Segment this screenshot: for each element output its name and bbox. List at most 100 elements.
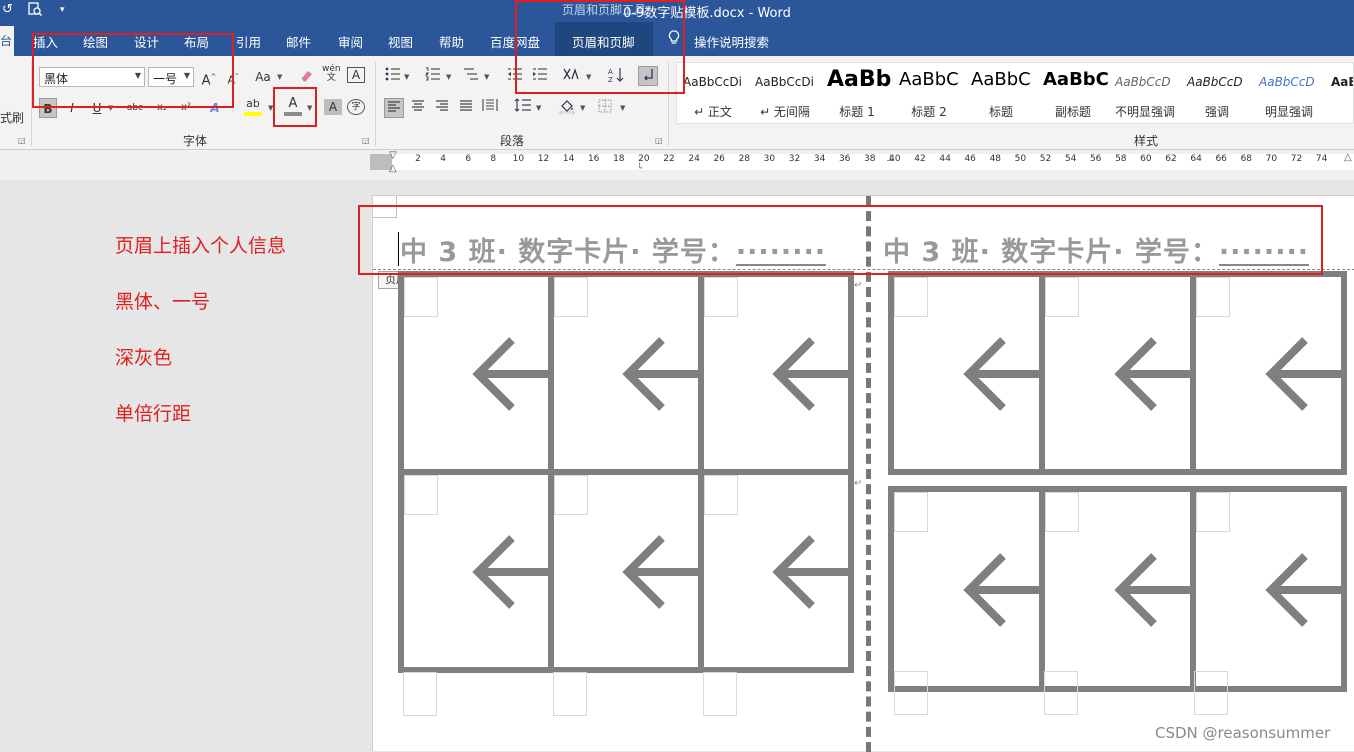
left-arrow-icon	[959, 334, 1039, 417]
ruler-tick-label: 66	[1215, 154, 1227, 164]
justify-button[interactable]	[457, 98, 475, 118]
ruler-tick-label: 2	[415, 154, 421, 164]
paragraph-launcher-icon[interactable]: ◲	[655, 136, 663, 145]
style-subtitle[interactable]: AaBbC 副标题	[1037, 63, 1109, 123]
ruler-tick-label: 48	[989, 154, 1002, 164]
distributed-icon	[482, 99, 498, 111]
align-left-button[interactable]	[384, 98, 404, 118]
left-arrow-icon	[618, 532, 698, 615]
style-title[interactable]: AaBbC 标题	[965, 63, 1037, 123]
style-name: 标题 1	[839, 105, 875, 119]
format-painter-button[interactable]: 式刷	[0, 108, 24, 128]
borders-icon	[598, 99, 612, 113]
paragraph-group-label: 段落	[500, 134, 525, 148]
tab-mailings[interactable]: 邮件	[286, 32, 311, 51]
text-boundary-box	[704, 277, 738, 317]
text-boundary-box	[1194, 671, 1228, 715]
align-right-button[interactable]	[433, 98, 451, 118]
enclose-characters-button[interactable]: 字	[347, 99, 365, 115]
paragraph-mark-icon: ↵	[854, 280, 863, 291]
chevron-down-icon: ▼	[580, 104, 586, 112]
ruler-tick-label: 70	[1265, 154, 1278, 164]
multilevel-list-button[interactable]	[462, 67, 480, 87]
right-indent-marker[interactable]: △	[1344, 152, 1352, 163]
align-left-icon	[388, 101, 400, 112]
text-boundary-box	[894, 671, 928, 715]
change-case-button[interactable]: Aa	[254, 67, 272, 87]
change-case-icon: Aa	[255, 70, 271, 84]
style-heading-1[interactable]: AaBb 标题 1	[821, 63, 893, 123]
left-arrow-icon	[468, 532, 548, 615]
clear-formatting-button[interactable]	[298, 67, 316, 87]
ruler-tick-label: 20	[638, 154, 650, 164]
style-name: 明显强调	[1264, 105, 1313, 119]
borders-button[interactable]	[596, 98, 614, 118]
text-highlight-button[interactable]: ab	[244, 96, 262, 116]
eraser-icon	[301, 71, 312, 82]
tell-me-search[interactable]: 操作说明搜索	[694, 32, 769, 51]
text-boundary-box	[403, 672, 437, 716]
highlighter-icon: ab	[246, 97, 260, 110]
tab-help[interactable]: 帮助	[439, 32, 464, 51]
distributed-button[interactable]	[481, 98, 499, 118]
annotation-note: 页眉上插入个人信息	[115, 235, 287, 257]
style-name: ↵ 无间隔	[760, 105, 810, 119]
left-arrow-icon	[468, 334, 548, 417]
phonetic-guide-icon: wén	[322, 64, 341, 74]
bullets-icon	[385, 67, 400, 81]
style-name: 标题 2	[911, 105, 947, 119]
style-strong[interactable]: AaB 要	[1325, 63, 1353, 123]
ruler-tick-label: 46	[964, 154, 976, 164]
style-sample: AaB	[1331, 75, 1353, 89]
ruler-tick-label: 54	[1064, 154, 1077, 164]
hanging-indent-marker[interactable]: △	[389, 163, 397, 174]
styles-group-label: 样式	[1134, 134, 1159, 148]
style-subtle-emphasis[interactable]: AaBbCcD 不明显强调	[1109, 63, 1181, 123]
ruler-tick-label: 32	[788, 154, 801, 164]
line-spacing-button[interactable]	[514, 98, 532, 118]
style-normal[interactable]: AaBbCcDi ↵ 正文	[677, 63, 749, 123]
first-line-indent-marker[interactable]: ▽	[389, 150, 397, 161]
style-name: 强调	[1204, 105, 1229, 119]
phonetic-guide-button[interactable]: wén 文	[322, 65, 341, 85]
style-sample: AaBb	[827, 67, 892, 92]
bullets-button[interactable]	[384, 67, 402, 87]
styles-gallery: AaBbCcDi ↵ 正文 AaBbCcDi ↵ 无间隔 AaBb 标题 1 A…	[676, 62, 1354, 124]
style-intense-emphasis[interactable]: AaBbCcD 明显强调	[1253, 63, 1325, 123]
ruler-tick-label: 60	[1140, 154, 1152, 164]
character-shading-button[interactable]: A	[324, 99, 342, 115]
align-center-button[interactable]	[409, 98, 427, 118]
left-arrow-icon	[959, 550, 1039, 633]
ruler-area: ▽ △ └ ⊥ △ 2 4 6 8 10 12 14 16 18 20 22 24 26 28 30 32 34…	[0, 150, 1354, 180]
ruler-tick-label: 40	[889, 154, 901, 164]
style-heading-2[interactable]: AaBbC 标题 2	[893, 63, 965, 123]
document-page[interactable]: 中 3 班· 数字卡片· 学号：········ 中 3 班· 数字卡片· 学号…	[372, 195, 1354, 752]
tab-review[interactable]: 审阅	[338, 32, 363, 51]
text-boundary-box	[1044, 671, 1078, 715]
shading-button[interactable]	[558, 98, 576, 118]
ruler-tick-label: 42	[914, 154, 926, 164]
text-boundary-box	[894, 277, 928, 317]
tab-stop-marker[interactable]: └	[637, 164, 642, 174]
highlight-font-color	[273, 87, 317, 127]
text-boundary-box	[704, 475, 738, 515]
annotation-note: 深灰色	[115, 347, 173, 369]
ruler-tick-label: 26	[713, 154, 725, 164]
tab-view[interactable]: 视图	[388, 32, 413, 51]
ruler-tick-label: 30	[763, 154, 776, 164]
numbering-button[interactable]	[424, 67, 442, 87]
style-emphasis[interactable]: AaBbCcD 强调	[1181, 63, 1253, 123]
align-center-icon	[412, 100, 424, 111]
text-boundary-box	[554, 475, 588, 515]
tab-file[interactable]: 台	[0, 26, 14, 56]
character-border-button[interactable]: A	[347, 67, 365, 83]
ruler-tick-label: 74	[1315, 154, 1328, 164]
style-no-spacing[interactable]: AaBbCcDi ↵ 无间隔	[749, 63, 821, 123]
ruler-tick-label: 10	[512, 154, 525, 164]
clipboard-launcher-icon[interactable]: ◲	[18, 136, 26, 145]
multilevel-list-icon	[464, 68, 478, 80]
font-launcher-icon[interactable]: ◲	[362, 136, 370, 145]
character-shading-icon: A	[328, 100, 338, 114]
chevron-down-icon: ▼	[446, 73, 452, 81]
tab-references[interactable]: 引用	[236, 32, 261, 51]
